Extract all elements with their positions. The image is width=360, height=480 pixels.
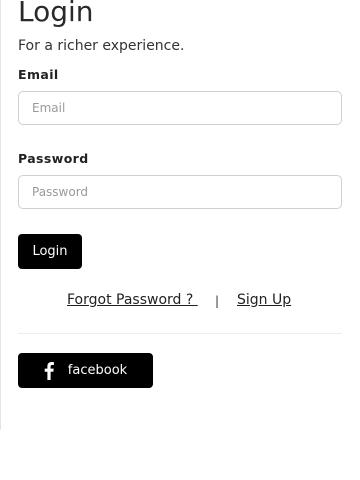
page-title: Login	[18, 0, 94, 28]
facebook-button-label: facebook	[67, 363, 128, 378]
section-divider	[18, 333, 342, 334]
login-button[interactable]: Login	[18, 234, 82, 269]
sign-up-link[interactable]: Sign Up	[237, 292, 291, 308]
password-label: Password	[18, 151, 89, 166]
auth-links: Forgot Password ? | Sign Up	[0, 292, 360, 314]
password-input[interactable]	[18, 175, 342, 209]
left-border	[0, 0, 1, 430]
links-separator: |	[215, 294, 220, 308]
email-label: Email	[18, 67, 59, 82]
email-input[interactable]	[18, 91, 342, 125]
forgot-password-link[interactable]: Forgot Password ?	[67, 292, 198, 308]
facebook-login-button[interactable]: facebook	[18, 353, 153, 388]
page-subtitle: For a richer experience.	[18, 38, 185, 54]
facebook-f-icon	[44, 361, 54, 380]
